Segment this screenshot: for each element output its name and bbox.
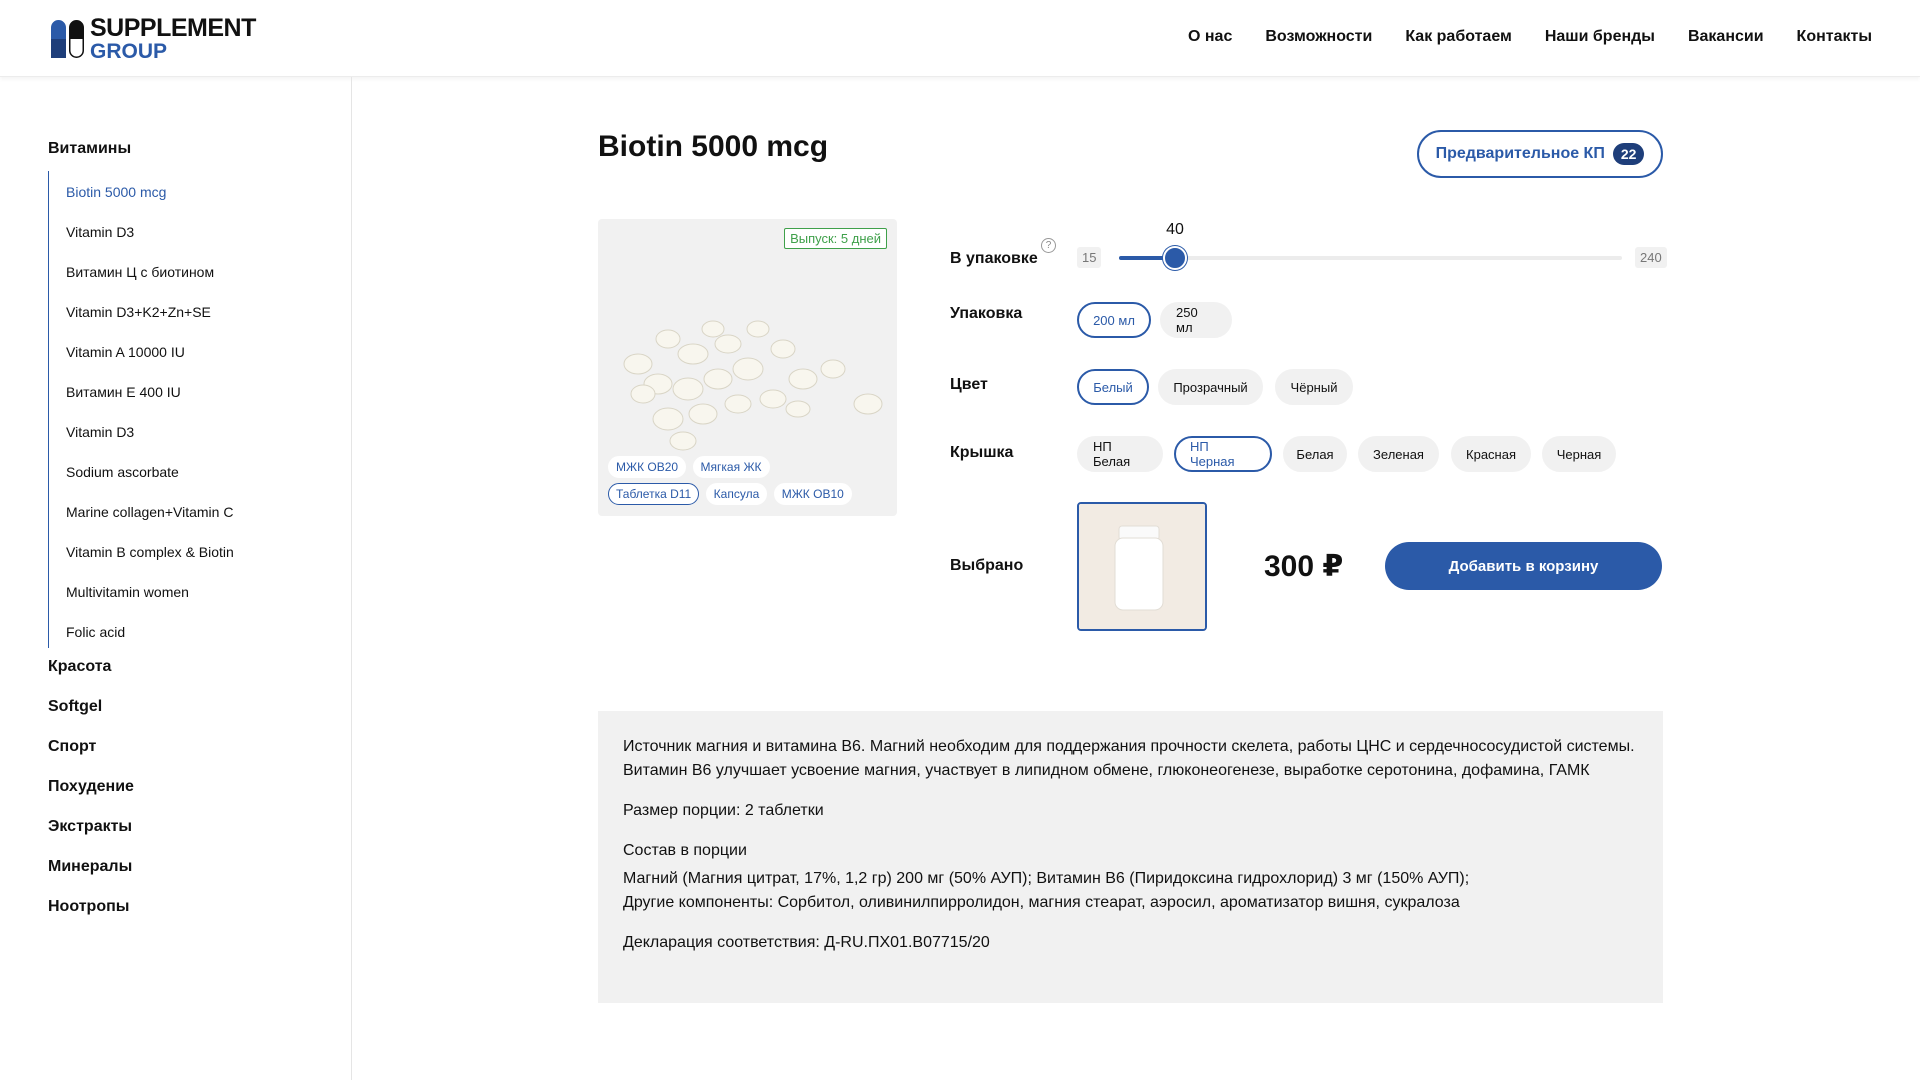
sidebar-subitem[interactable]: Marine collagen+Vitamin C (66, 504, 233, 520)
form-tag[interactable]: МЖК OB20 (608, 456, 687, 478)
chosen-label: Выбрано (950, 557, 1024, 574)
bottle-image (1079, 504, 1205, 629)
help-icon[interactable]: ? (1041, 238, 1056, 253)
sidebar-category-extracts[interactable]: Экстракты (48, 818, 132, 836)
form-tag[interactable]: МЖК OB10 (773, 483, 852, 505)
description-intro: Источник магния и витамина B6. Магний не… (623, 738, 1635, 779)
sidebar-subitem[interactable]: Vitamin B complex & Biotin (66, 544, 234, 560)
sidebar-subitem[interactable]: Vitamin D3+K2+Zn+SE (66, 304, 211, 320)
nav-link-about[interactable]: О нас (1188, 28, 1232, 46)
sidebar-subitem[interactable]: Vitamin D3 (66, 424, 134, 440)
brand-name: SUPPLEMENT (90, 14, 256, 42)
per-pack-slider[interactable] (1119, 246, 1622, 270)
sidebar-subitem[interactable]: Витамин Е 400 IU (66, 384, 181, 400)
sidebar-subitem[interactable]: Sodium ascorbate (66, 464, 179, 480)
preliminary-offer-count-badge: 22 (1612, 143, 1645, 165)
main-nav: О нас Возможности Как работаем Наши брен… (1188, 28, 1872, 46)
serving-size: Размер порции: 2 таблетки (623, 802, 824, 819)
color-option-black[interactable]: Чёрный (1275, 369, 1353, 405)
lid-option-selected[interactable]: НП Черная (1174, 436, 1272, 472)
sidebar-category-vitamins[interactable]: Витамины (48, 140, 131, 158)
sidebar-category-sport[interactable]: Спорт (48, 738, 96, 756)
preliminary-offer-label: Предварительное КП (1435, 145, 1605, 162)
product-title: Biotin 5000 mcg (598, 130, 829, 163)
composition-line: Другие компоненты: Сорбитол, оливинилпир… (623, 894, 1460, 911)
sidebar-category-softgel[interactable]: Softgel (48, 698, 102, 716)
selected-bottle-image (1077, 502, 1207, 631)
form-tag[interactable]: Капсула (705, 483, 768, 505)
sidebar-subitems: Biotin 5000 mcg Vitamin D3 Витамин Ц с б… (48, 171, 348, 648)
sidebar-category-weight-loss[interactable]: Похудение (48, 778, 134, 796)
lid-label: Крышка (950, 444, 1014, 461)
slider-min-value: 15 (1077, 247, 1102, 268)
sidebar-category-beauty[interactable]: Красота (48, 658, 111, 676)
per-pack-label: В упаковке (950, 250, 1038, 267)
product-price: 300 ₽ (1264, 550, 1344, 583)
composition-line: Магний (Магния цитрат, 17%, 1,2 гр) 200 … (623, 870, 1470, 887)
package-option-250ml[interactable]: 250 мл (1160, 302, 1232, 338)
lid-option[interactable]: Красная (1451, 436, 1531, 472)
lid-option[interactable]: Зеленая (1358, 436, 1439, 472)
composition-title: Состав в порции (623, 842, 747, 859)
catalog-sidebar: Витамины Biotin 5000 mcg Vitamin D3 Вита… (0, 77, 352, 1080)
slider-max-value: 240 (1635, 247, 1667, 268)
form-tags: МЖК OB20 Мягкая ЖК Таблетка D11 Капсула … (608, 456, 897, 510)
sidebar-category-nootropics[interactable]: Ноотропы (48, 898, 129, 916)
nav-link-vacancies[interactable]: Вакансии (1688, 28, 1764, 46)
package-label: Упаковка (950, 305, 1023, 322)
lid-option[interactable]: НП Белая (1077, 436, 1163, 472)
sidebar-subitem[interactable]: Витамин Ц с биотином (66, 264, 214, 280)
nav-link-brands[interactable]: Наши бренды (1545, 28, 1655, 46)
color-option-transparent[interactable]: Прозрачный (1158, 369, 1263, 405)
add-to-cart-button[interactable]: Добавить в корзину (1385, 542, 1662, 590)
slider-thumb[interactable] (1163, 246, 1187, 270)
package-option-200ml[interactable]: 200 мл (1077, 302, 1151, 338)
capsule-logo-icon (51, 20, 84, 58)
sidebar-category-minerals[interactable]: Минералы (48, 858, 132, 876)
lid-option[interactable]: Черная (1542, 436, 1616, 472)
color-label: Цвет (950, 376, 988, 393)
site-header: SUPPLEMENT GROUP О нас Возможности Как р… (0, 0, 1920, 77)
slider-current-value: 40 (1166, 221, 1184, 238)
sidebar-subitem[interactable]: Multivitamin women (66, 584, 189, 600)
declaration: Декларация соответствия: Д-RU.ПХ01.В0771… (623, 934, 990, 951)
sidebar-subitem[interactable]: Biotin 5000 mcg (66, 184, 166, 200)
product-description: Источник магния и витамина B6. Магний не… (598, 711, 1663, 1003)
color-option-white[interactable]: Белый (1077, 369, 1149, 405)
nav-link-contacts[interactable]: Контакты (1797, 28, 1872, 46)
brand-subname: GROUP (90, 40, 168, 63)
form-tag[interactable]: Мягкая ЖК (692, 456, 770, 478)
sidebar-subitem[interactable]: Vitamin A 10000 IU (66, 344, 185, 360)
preliminary-offer-button[interactable]: Предварительное КП 22 (1417, 130, 1663, 178)
nav-link-features[interactable]: Возможности (1265, 28, 1372, 46)
lid-option[interactable]: Белая (1283, 436, 1347, 472)
product-image: Выпуск: 5 дней МЖК OB20 Мягкая ЖК Таблет… (598, 219, 897, 516)
brand-logo[interactable]: SUPPLEMENT GROUP (50, 14, 256, 63)
form-tag-selected[interactable]: Таблетка D11 (608, 483, 700, 505)
sidebar-subitem[interactable]: Vitamin D3 (66, 224, 134, 240)
nav-link-how-we-work[interactable]: Как работаем (1405, 28, 1512, 46)
sidebar-subitem[interactable]: Folic acid (66, 624, 125, 640)
